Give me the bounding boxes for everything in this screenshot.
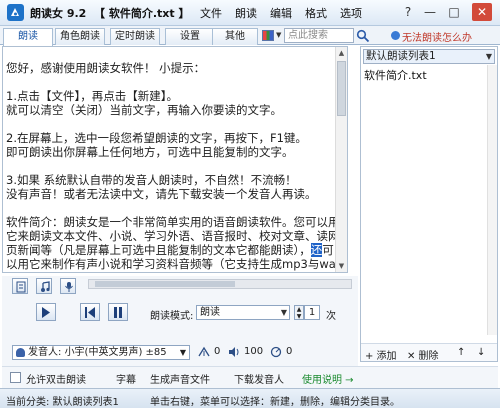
scrollbar-thumb[interactable] — [337, 61, 346, 116]
read-mode-select[interactable]: 朗读 ▼ — [196, 305, 290, 320]
chevron-down-icon[interactable]: ▼ — [276, 31, 281, 39]
playlist-select-value: 默认朗读列表1 — [366, 50, 436, 62]
search-icon[interactable] — [356, 29, 370, 43]
bottom-toolbar: 允许双击朗读 字幕 生成声音文件 下载发音人 使用说明 → — [2, 366, 498, 388]
tab-other[interactable]: 其他 — [212, 28, 258, 45]
delete-button[interactable]: ✕ 删除 — [407, 347, 439, 362]
document-icon[interactable] — [12, 278, 28, 294]
move-up-button[interactable]: ↑ — [457, 347, 465, 358]
tab-read[interactable]: 朗读 — [3, 28, 53, 46]
rate-value: 0 — [214, 346, 221, 357]
info-icon — [391, 31, 400, 40]
help-button[interactable]: ? — [398, 3, 418, 21]
subtitle-button[interactable]: 字幕 — [116, 371, 136, 386]
editor-line: 即可朗读出你屏幕上任何地方，可选中且能复制的文字。 — [6, 145, 294, 159]
menu-options[interactable]: 选项 — [340, 5, 362, 21]
play-button[interactable] — [36, 303, 56, 321]
chevron-down-icon: ▼ — [280, 308, 287, 317]
editor-line: 页新闻等（凡是屏幕上可选中且能复制的文本它都能朗读），还可 — [6, 243, 334, 257]
playlist-panel: 默认朗读列表1 ▼ 软件简介.txt + 添加 ✕ 删除 ↑ ↓ — [360, 46, 498, 362]
repeat-count-input[interactable]: 1 — [304, 305, 320, 320]
playlist-select[interactable]: 默认朗读列表1 ▼ — [363, 49, 495, 64]
editor-line: 就可以清空（关闭）当前文字，再输入你要读的文字。 — [6, 103, 282, 117]
menu-read[interactable]: 朗读 — [235, 5, 257, 21]
editor-line: 软件简介：朗读女是一个非常简单实用的语音朗读软件。您可以用 — [6, 215, 340, 229]
status-bar: 当前分类: 默认朗读列表1 单击右键，菜单可以选择：新建，删除，编辑分类目录。 — [0, 388, 500, 408]
chevron-down-icon: ▼ — [179, 348, 186, 357]
progress-scrollbar[interactable] — [88, 279, 352, 289]
menu-bar: 文件 朗读 编辑 格式 选项 — [200, 5, 375, 21]
add-button[interactable]: + 添加 — [365, 347, 397, 362]
scroll-down-icon[interactable]: ▼ — [336, 260, 347, 272]
maximize-button[interactable]: □ — [444, 3, 464, 21]
double-click-read-checkbox[interactable] — [10, 372, 21, 383]
volume-value: 100 — [244, 346, 264, 357]
editor-line: 2.在屏幕上，选中一段您希望朗读的文字，再按下，F1键。 — [6, 131, 307, 145]
status-hint: 单击右键，菜单可以选择：新建，删除，编辑分类目录。 — [150, 397, 400, 408]
playback-controls: 朗读模式: 朗读 ▼ ▲ ▼ 1 次 发音人: 小宇(中英文男声) ±85 ▼ 0 … — [2, 276, 358, 366]
stop-button[interactable] — [80, 303, 100, 321]
repeat-stepper-arrows[interactable]: ▲ ▼ — [294, 305, 304, 320]
editor-line: 它来朗读文本文件、小说、学习外语、语音报时、校对文章、读网 — [6, 229, 340, 243]
window-title: 朗读女 9.2 【 软件简介.txt 】 — [30, 7, 190, 20]
chevron-down-icon: ▼ — [485, 52, 492, 61]
text-editor[interactable]: 您好，感谢使用朗读女软件！ 小提示： 1.点击【文件】，再点击【新建】。 就可以清… — [2, 46, 348, 273]
voice-value: 小宇(中英文男声) ±85 — [64, 347, 167, 358]
person-icon — [16, 348, 25, 357]
use-help-link[interactable]: 使用说明 → — [302, 371, 354, 386]
speed-icon[interactable] — [198, 346, 210, 358]
editor-content[interactable]: 您好，感谢使用朗读女软件！ 小提示： 1.点击【文件】，再点击【新建】。 就可以清… — [6, 61, 344, 271]
editor-scrollbar[interactable]: ▲ ▼ — [335, 47, 347, 272]
playlist-scrollbar[interactable] — [487, 65, 497, 335]
menu-file[interactable]: 文件 — [200, 5, 222, 21]
color-palette-icon[interactable] — [262, 30, 274, 41]
double-click-read-label[interactable]: 允许双击朗读 — [26, 371, 86, 386]
cannot-read-help-link[interactable]: 无法朗读怎么办 — [402, 29, 472, 44]
voice-select[interactable]: 发音人: 小宇(中英文男声) ±85 ▼ — [12, 345, 190, 360]
search-input[interactable] — [284, 28, 354, 43]
repeat-unit-label: 次 — [326, 311, 336, 322]
pause-button[interactable] — [108, 303, 128, 321]
move-down-button[interactable]: ↓ — [477, 347, 485, 358]
menu-format[interactable]: 格式 — [305, 5, 327, 21]
editor-line: 您好，感谢使用朗读女软件！ 小提示： — [6, 61, 206, 75]
pitch-value: 0 — [286, 346, 293, 357]
app-logo-icon — [7, 4, 24, 21]
editor-line: 1.点击【文件】，再点击【新建】。 — [6, 89, 178, 103]
generate-audio-button[interactable]: 生成声音文件 — [150, 371, 210, 386]
volume-icon[interactable] — [228, 346, 240, 358]
menu-edit[interactable]: 编辑 — [270, 5, 292, 21]
voice-label: 发音人: — [28, 347, 62, 358]
tab-settings[interactable]: 设置 — [165, 28, 215, 45]
title-bar: 朗读女 9.2 【 软件简介.txt 】 文件 朗读 编辑 格式 选项 ? — … — [0, 0, 500, 26]
scroll-up-icon[interactable]: ▲ — [336, 47, 347, 59]
status-category: 当前分类: 默认朗读列表1 — [6, 397, 119, 408]
editor-line: 3.如果 系统默认自带的发音人朗读时，不自然！不流畅！ — [6, 173, 297, 187]
read-mode-value: 朗读 — [200, 307, 220, 318]
playlist-actions: + 添加 ✕ 删除 ↑ ↓ — [361, 343, 497, 362]
download-voice-button[interactable]: 下载发音人 — [234, 371, 284, 386]
close-button[interactable]: ✕ — [472, 3, 492, 21]
read-mode-label: 朗读模式: — [150, 311, 194, 322]
pitch-icon[interactable] — [270, 346, 282, 358]
editor-line: 没有声音！或者无法读中文，请先下载安装一个发音人再读。 — [6, 187, 317, 201]
minimize-button[interactable]: — — [420, 3, 440, 21]
tab-timed-read[interactable]: 定时朗读 — [110, 28, 160, 45]
list-item[interactable]: 软件简介.txt — [364, 67, 427, 83]
microphone-icon[interactable] — [60, 278, 76, 294]
selected-text: 还 — [310, 243, 323, 257]
progress-thumb[interactable] — [95, 281, 235, 287]
editor-line: 以用它来制作有声小说和学习资料音频等（它支持生成mp3与wav — [6, 257, 343, 271]
music-note-icon[interactable] — [36, 278, 52, 294]
tab-role-read[interactable]: 角色朗读 — [55, 28, 105, 45]
